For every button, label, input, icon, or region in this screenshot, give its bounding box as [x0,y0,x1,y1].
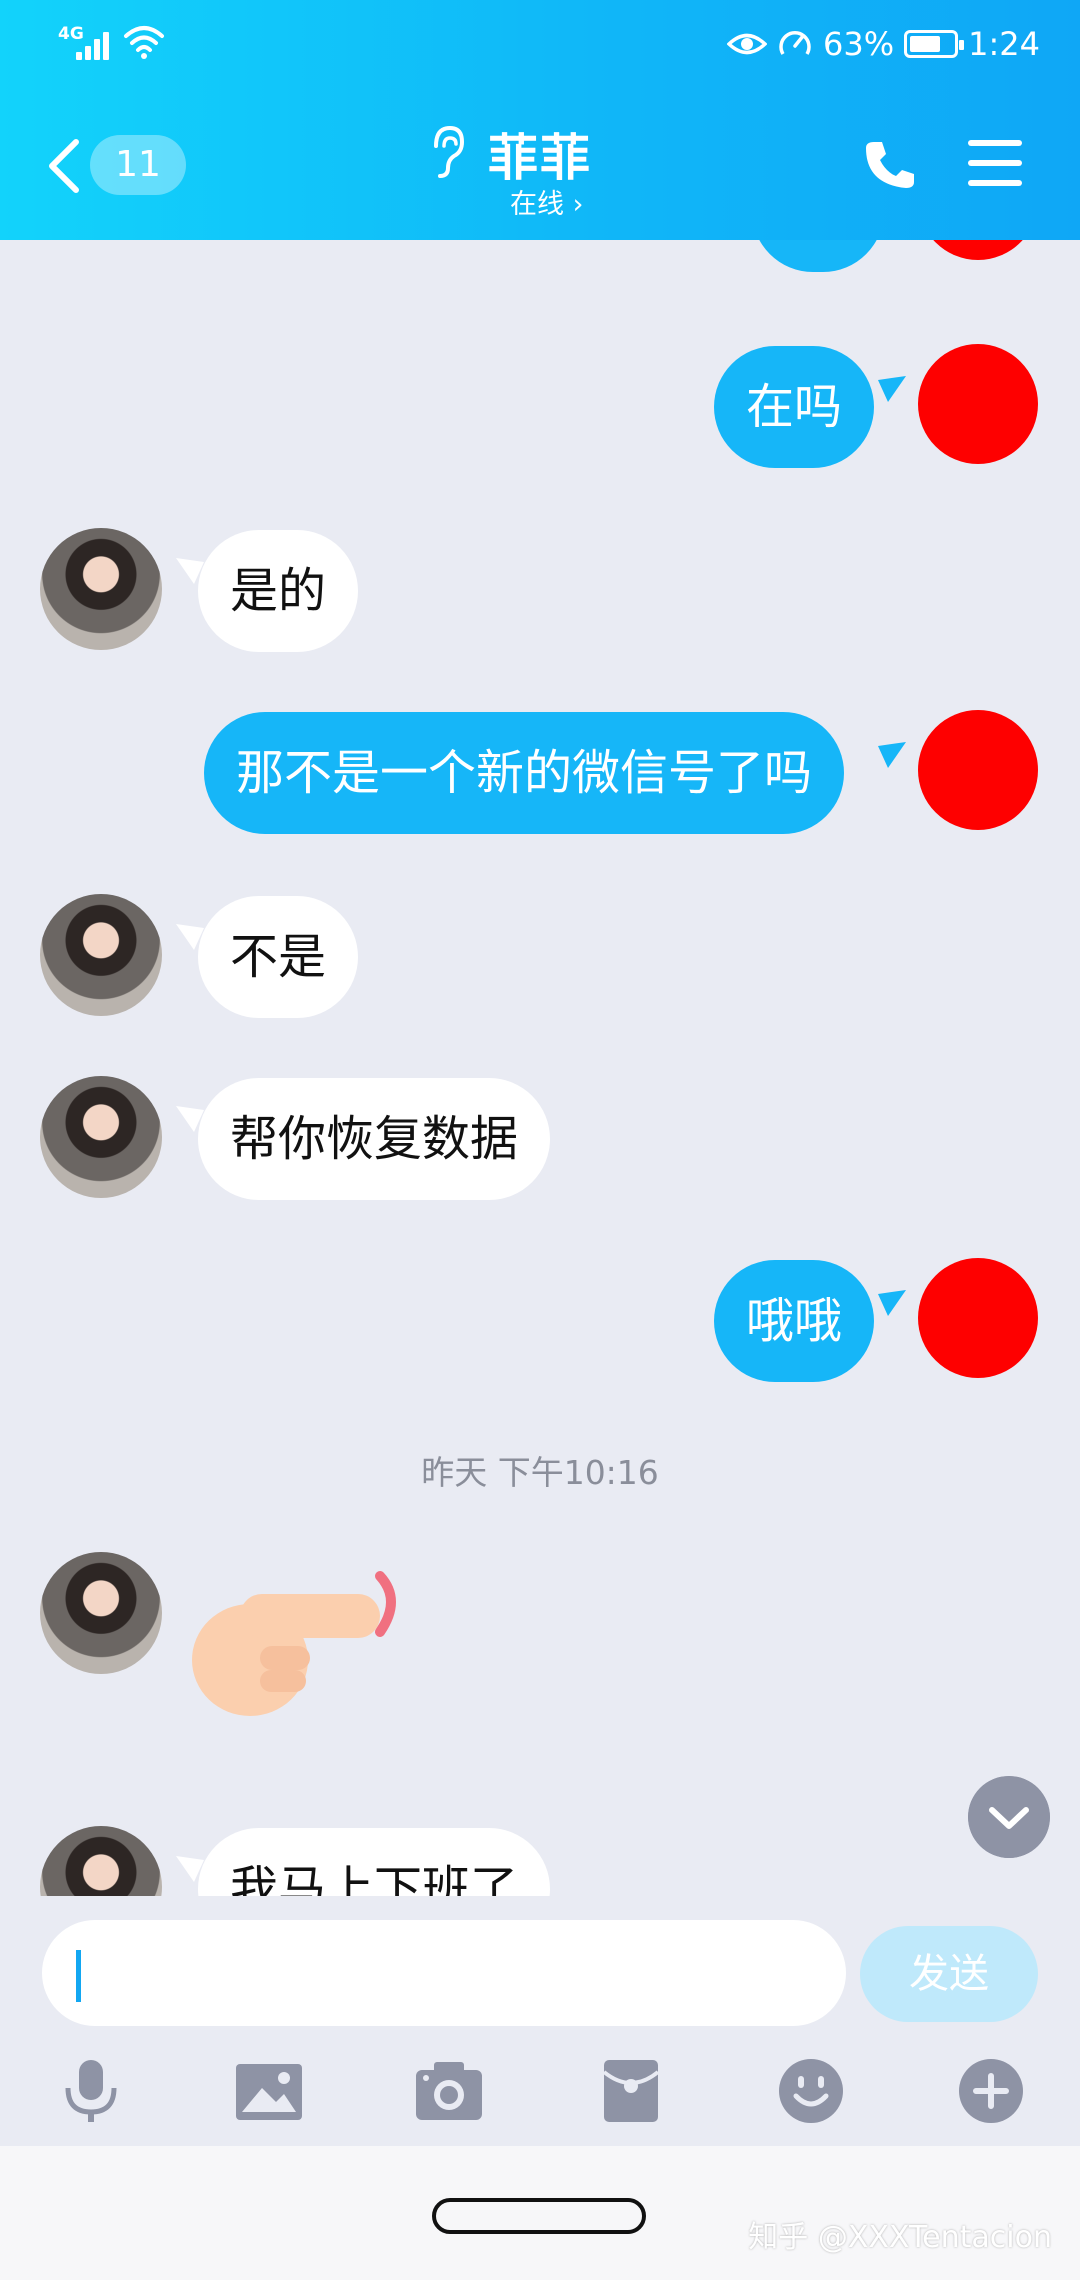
system-navigation-bar: 知乎 @XXXTentacion [0,2146,1080,2280]
bubble-tail [878,742,906,768]
back-chevron-icon[interactable] [44,138,84,194]
my-avatar[interactable] [918,710,1038,830]
menu-icon[interactable] [968,140,1022,188]
text-caret [76,1950,81,2002]
camera-icon[interactable] [414,2056,484,2126]
message-timestamp: 昨天 下午10:16 [421,1453,659,1492]
battery-percent: 63% [823,25,895,63]
pointing-hand-sticker[interactable] [190,1570,410,1720]
message-list[interactable]: 在吗 是的 那不是一个新的微信号了吗 不是 帮你恢复数据 哦哦 昨天 下午10:… [0,240,1080,1896]
phone-icon[interactable] [862,138,916,192]
home-indicator[interactable] [432,2198,646,2234]
signal-icon [76,30,110,60]
composer: 发送 [0,1896,1080,2146]
battery-icon [904,30,965,58]
clock: 1:24 [968,25,1040,63]
message-bubble[interactable]: 我马上下班了 [198,1828,551,1896]
contact-avatar[interactable] [40,528,162,650]
chat-header: 4G 63% 1:24 11 菲菲 在线 › [0,0,1080,240]
message-bubble[interactable]: 在吗 [714,346,875,468]
speed-icon [779,31,811,55]
bubble-tail [878,1290,906,1316]
online-status[interactable]: 在线 › [510,182,583,221]
watermark: 知乎 @XXXTentacion [748,2220,1052,2255]
unread-count-badge[interactable]: 11 [90,135,186,195]
eye-icon [727,33,768,55]
message-bubble[interactable]: 哦哦 [714,1260,875,1382]
contact-avatar[interactable] [40,1076,162,1198]
my-avatar[interactable] [918,1258,1038,1378]
message-input[interactable] [42,1920,846,2026]
ear-icon[interactable] [426,124,466,180]
emoji-icon[interactable] [776,2056,846,2126]
contact-avatar[interactable] [40,1552,162,1674]
contact-avatar[interactable] [40,1826,162,1896]
message-bubble[interactable]: 是的 [198,530,359,652]
status-bar: 4G 63% 1:24 [0,0,1080,92]
scroll-down-icon[interactable] [968,1776,1050,1858]
image-icon[interactable] [234,2056,304,2126]
message-bubble[interactable]: 帮你恢复数据 [198,1078,551,1200]
my-avatar[interactable] [918,240,1038,260]
contact-avatar[interactable] [40,894,162,1016]
plus-icon[interactable] [956,2056,1026,2126]
message-bubble-partial [752,240,884,272]
message-bubble[interactable]: 不是 [198,896,359,1018]
red-packet-icon[interactable] [596,2056,666,2126]
send-button[interactable]: 发送 [860,1926,1038,2022]
chat-title[interactable]: 菲菲 [488,118,592,190]
wifi-icon [124,26,164,59]
microphone-icon[interactable] [56,2056,126,2126]
bubble-tail [878,376,906,402]
my-avatar[interactable] [918,344,1038,464]
message-bubble[interactable]: 那不是一个新的微信号了吗 [204,712,845,834]
